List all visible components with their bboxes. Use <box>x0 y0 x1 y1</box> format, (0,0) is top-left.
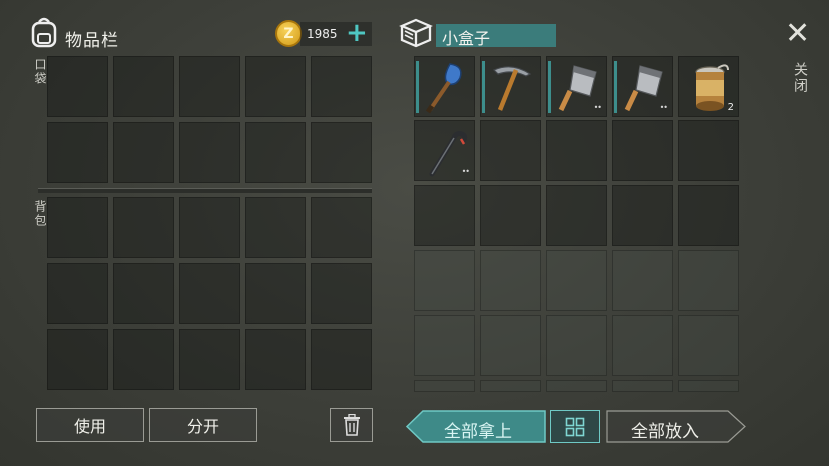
inventory-slot[interactable] <box>113 197 174 258</box>
paddle-icon <box>420 60 470 119</box>
item-durability-dots: •• <box>659 103 669 112</box>
container-slot[interactable] <box>480 380 541 392</box>
grid-icon <box>565 417 585 436</box>
container-slot[interactable] <box>414 56 475 117</box>
item-quantity: 2 <box>727 102 734 113</box>
inventory-slot[interactable] <box>113 122 174 183</box>
container-slot[interactable] <box>678 120 739 181</box>
container-slot[interactable] <box>414 250 475 311</box>
container-slot[interactable] <box>414 315 475 376</box>
container-slot[interactable] <box>546 380 607 392</box>
inventory-slot[interactable] <box>311 56 372 117</box>
container-slot[interactable] <box>480 120 541 181</box>
inventory-slot[interactable] <box>47 122 108 183</box>
container-slot[interactable] <box>414 380 475 392</box>
inventory-slot[interactable] <box>47 197 108 258</box>
container-slot[interactable] <box>480 250 541 311</box>
section-divider <box>38 188 372 193</box>
put-all-label: 全部放入 <box>631 422 699 442</box>
inventory-slot[interactable] <box>47 329 108 390</box>
close-label[interactable]: 关闭 <box>790 62 810 94</box>
item-durability-dots: •• <box>593 103 603 112</box>
container-slot[interactable]: •• <box>612 56 673 117</box>
sort-button[interactable] <box>550 410 600 443</box>
take-all-label: 全部拿上 <box>444 422 512 442</box>
coin-icon: Z <box>275 20 302 47</box>
container-slot[interactable] <box>480 315 541 376</box>
backpack-icon <box>30 16 58 48</box>
container-slot[interactable] <box>612 315 673 376</box>
inventory-slot[interactable] <box>179 329 240 390</box>
inventory-slot[interactable] <box>179 263 240 324</box>
trash-button[interactable] <box>330 408 373 442</box>
container-slot[interactable] <box>678 315 739 376</box>
container-slot[interactable] <box>480 56 541 117</box>
inventory-slot[interactable] <box>311 197 372 258</box>
close-icon[interactable]: ✕ <box>785 18 810 50</box>
container-slot[interactable]: •• <box>546 56 607 117</box>
container-slot[interactable] <box>546 250 607 311</box>
inventory-slot[interactable] <box>311 122 372 183</box>
split-button[interactable]: 分开 <box>149 408 257 442</box>
container-slot[interactable]: •• <box>414 120 475 181</box>
inventory-slot[interactable] <box>311 263 372 324</box>
inventory-slot[interactable] <box>113 263 174 324</box>
inventory-slot[interactable] <box>179 56 240 117</box>
container-slot[interactable] <box>546 120 607 181</box>
container-name: 小盒子 <box>442 29 491 48</box>
inventory-slot[interactable] <box>179 122 240 183</box>
inventory-slot[interactable] <box>179 197 240 258</box>
inventory-slot[interactable] <box>113 329 174 390</box>
trash-icon <box>343 414 360 436</box>
inventory-slot[interactable] <box>245 56 306 117</box>
inventory-slot[interactable] <box>47 263 108 324</box>
container-slot[interactable] <box>612 185 673 246</box>
item-marker <box>548 61 551 113</box>
container-slot[interactable] <box>678 250 739 311</box>
container-slot[interactable] <box>612 120 673 181</box>
add-currency-button[interactable]: + <box>346 18 368 48</box>
container-slot[interactable] <box>678 185 739 246</box>
can-icon <box>684 60 734 119</box>
take-all-button[interactable]: 全部拿上 <box>406 410 546 443</box>
item-marker <box>482 61 485 113</box>
container-slot[interactable] <box>612 250 673 311</box>
inventory-slot[interactable] <box>245 197 306 258</box>
inventory-slot[interactable] <box>245 263 306 324</box>
container-slot[interactable] <box>546 185 607 246</box>
inventory-slot[interactable] <box>47 56 108 117</box>
currency-amount: 1985 <box>307 27 338 41</box>
box-icon <box>399 17 433 49</box>
inventory-slot[interactable] <box>245 329 306 390</box>
inventory-slot[interactable] <box>311 329 372 390</box>
pickaxe-icon <box>486 60 536 119</box>
inventory-slot[interactable] <box>113 56 174 117</box>
container-slot[interactable] <box>612 380 673 392</box>
put-all-button[interactable]: 全部放入 <box>606 410 746 443</box>
use-button[interactable]: 使用 <box>36 408 144 442</box>
container-slot[interactable] <box>546 315 607 376</box>
inventory-title: 物品栏 <box>65 31 119 51</box>
container-slot[interactable] <box>480 185 541 246</box>
item-marker <box>614 61 617 113</box>
container-slot[interactable] <box>414 185 475 246</box>
container-slot[interactable]: 2 <box>678 56 739 117</box>
item-durability-dots: •• <box>461 167 471 176</box>
container-slot[interactable] <box>678 380 739 392</box>
item-marker <box>416 61 419 113</box>
inventory-slot[interactable] <box>245 122 306 183</box>
